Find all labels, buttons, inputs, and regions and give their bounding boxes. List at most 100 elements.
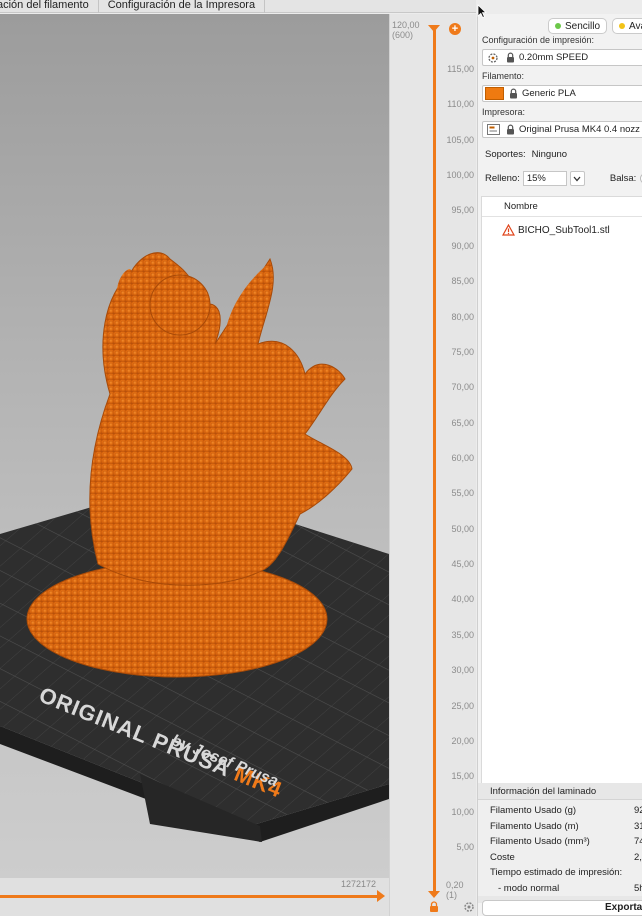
layer-slider-top-thumb[interactable] [428,25,440,32]
layer-tick-label: 50,00 [451,523,474,534]
layer-tick-label: 100,00 [446,170,474,181]
top-strip [476,0,642,13]
slice-info-value: 5h [634,882,642,894]
move-slider[interactable]: 1272172 [0,878,389,916]
printer-combo[interactable]: Original Prusa MK4 0.4 nozz [482,121,642,138]
layer-tick-label: 5,00 [456,842,474,852]
move-slider-value: 1272172 [341,879,377,889]
slice-info-row: Coste 2, [490,850,642,866]
filament-combo[interactable]: Generic PLA [482,85,642,102]
slice-info-key: - modo normal [498,882,560,894]
supports-select[interactable]: Ninguno [529,147,642,162]
export-button[interactable]: Exporta [482,900,642,916]
layer-tick-label: 25,00 [451,700,474,711]
tab-printer-settings[interactable]: Configuración de la Impresora [99,0,266,13]
lock-icon [507,86,519,101]
slice-info-key: Filamento Usado (m) [490,820,579,832]
mode-selector: Sencillo Ava [548,18,642,34]
layer-bottom-index: (1) [446,890,457,900]
brim-label: Balsa: [609,173,637,184]
layer-top-index: (600) [392,30,414,40]
slice-info-row: Filamento Usado (mm³) 74 [490,834,642,850]
layer-tick-label: 70,00 [451,382,474,393]
slice-info-value: 74 [634,836,642,847]
chevron-down-icon[interactable] [569,171,585,186]
lock-icon[interactable] [428,901,440,913]
supports-label: Soportes: [485,149,526,160]
layer-tick-label: 20,00 [451,735,474,746]
layer-slider-track[interactable] [433,30,436,896]
slice-info-rows: Filamento Usado (g) 92 Filamento Usado (m)… [478,800,642,896]
3d-viewport[interactable]: ORIGINAL PRUSA MK4 by Josef Prusa [0,14,389,878]
layer-bottom-value: 0,20 [446,880,464,890]
slice-info-value: 31 [634,820,642,832]
layer-tick-label: 75,00 [451,346,474,357]
layer-tick-label: 115,00 [447,64,474,74]
print-settings-combo[interactable]: 0.20mm SPEED [482,49,642,66]
print-settings-label: Configuración de impresión: [482,35,595,45]
supports-row: Soportes: Ninguno [482,147,642,162]
gear-icon[interactable] [463,901,475,913]
add-color-change-button[interactable]: + [449,23,461,35]
slice-info-value: 92 [634,805,642,816]
layer-slider-bottom-thumb[interactable] [428,891,440,898]
tab-filament-settings[interactable]: ación del filamento [0,0,99,13]
layer-tick-label: 80,00 [451,311,474,322]
infill-input[interactable]: 15% [522,171,567,186]
mouse-cursor-icon [477,4,487,18]
layer-tick-label: 10,00 [451,806,474,817]
mode-advanced-button[interactable]: Ava [612,18,642,34]
layer-tick-label: 55,00 [451,488,474,499]
layer-tick-label: 15,00 [451,771,474,782]
layer-tick-label: 45,00 [451,559,474,570]
list-item[interactable]: BICHO_SubTool1.stl [482,219,642,241]
layer-tick-label: 60,00 [451,453,474,463]
layer-tick-label: 105,00 [446,134,474,145]
settings-panel: Sencillo Ava Configuración de impresión:… [477,14,642,916]
layer-tick-label: 35,00 [451,629,474,640]
filament-value: Generic PLA [522,88,576,99]
slice-info: Información del laminado Filamento Usado… [478,783,642,903]
layer-tick-label: 65,00 [451,417,474,428]
lock-icon [504,122,516,137]
slice-info-value: 2, [634,851,642,863]
slice-info-key: Filamento Usado (mm³) [490,836,590,847]
warning-icon[interactable] [502,224,515,236]
object-name: BICHO_SubTool1.stl [518,224,610,236]
lock-icon [504,50,516,65]
layer-tick-label: 85,00 [451,276,474,287]
mode-simple-button[interactable]: Sencillo [548,18,608,34]
slice-info-row: - modo normal 5h [490,881,642,897]
printer-value: Original Prusa MK4 0.4 nozz [519,124,640,135]
filament-color-swatch[interactable] [485,87,504,100]
printer-icon [485,122,501,137]
printer-label: Impresora: [482,107,526,117]
slice-info-row: Filamento Usado (g) 92 [490,803,642,819]
infill-row: Relleno: 15% Balsa: [482,171,642,186]
slice-info-row: Filamento Usado (m) 31 [490,819,642,835]
layer-bottom-label: 0,20 (1) [446,880,464,900]
layer-tick-label: 110,00 [447,99,474,110]
layer-top-label: 120,00 (600) [392,20,420,40]
move-slider-track[interactable] [0,895,380,898]
layer-tick-label: 40,00 [451,594,474,605]
slice-info-title: Información del laminado [478,783,642,800]
layer-top-value: 120,00 [392,20,420,30]
infill-label: Relleno: [485,173,520,184]
print-settings-value: 0.20mm SPEED [519,52,589,63]
filament-label: Filamento: [482,71,525,81]
layer-slider[interactable]: 120,00 (600) + 115,00 110,00 105,00 100,00 9… [389,14,476,916]
mode-simple-dot [555,23,561,29]
layer-tick-label: 30,00 [451,665,474,676]
mode-advanced-label: Ava [629,20,642,32]
mode-advanced-dot [619,23,626,29]
object-list-header: Nombre [482,197,642,217]
slice-info-key: Filamento Usado (g) [490,805,577,816]
slice-info-key: Coste [490,851,515,863]
layer-tick-label: 95,00 [451,205,474,216]
print-settings-icon [485,50,501,65]
move-slider-thumb[interactable] [377,890,385,902]
slice-info-key: Tiempo estimado de impresión: [490,867,623,878]
mode-simple-label: Sencillo [565,20,601,32]
object-list[interactable]: Nombre BICHO_SubTool1.stl [481,196,642,786]
